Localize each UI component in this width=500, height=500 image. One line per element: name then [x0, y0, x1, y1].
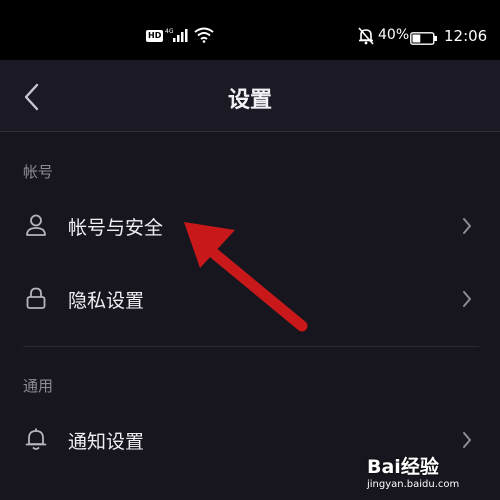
red-arrow-annotation — [184, 222, 308, 332]
watermark-url: jingyan.baidu.com — [367, 479, 460, 490]
settings-screen: HD 4G 40% 12:06 设置 帐号 帐号与安全 隐私设置 通用 通知设置… — [0, 0, 500, 500]
watermark-brand: Bai经验 — [367, 456, 439, 478]
baidu-jingyan-watermark: Bai经验 jingyan.baidu.com — [367, 452, 497, 498]
